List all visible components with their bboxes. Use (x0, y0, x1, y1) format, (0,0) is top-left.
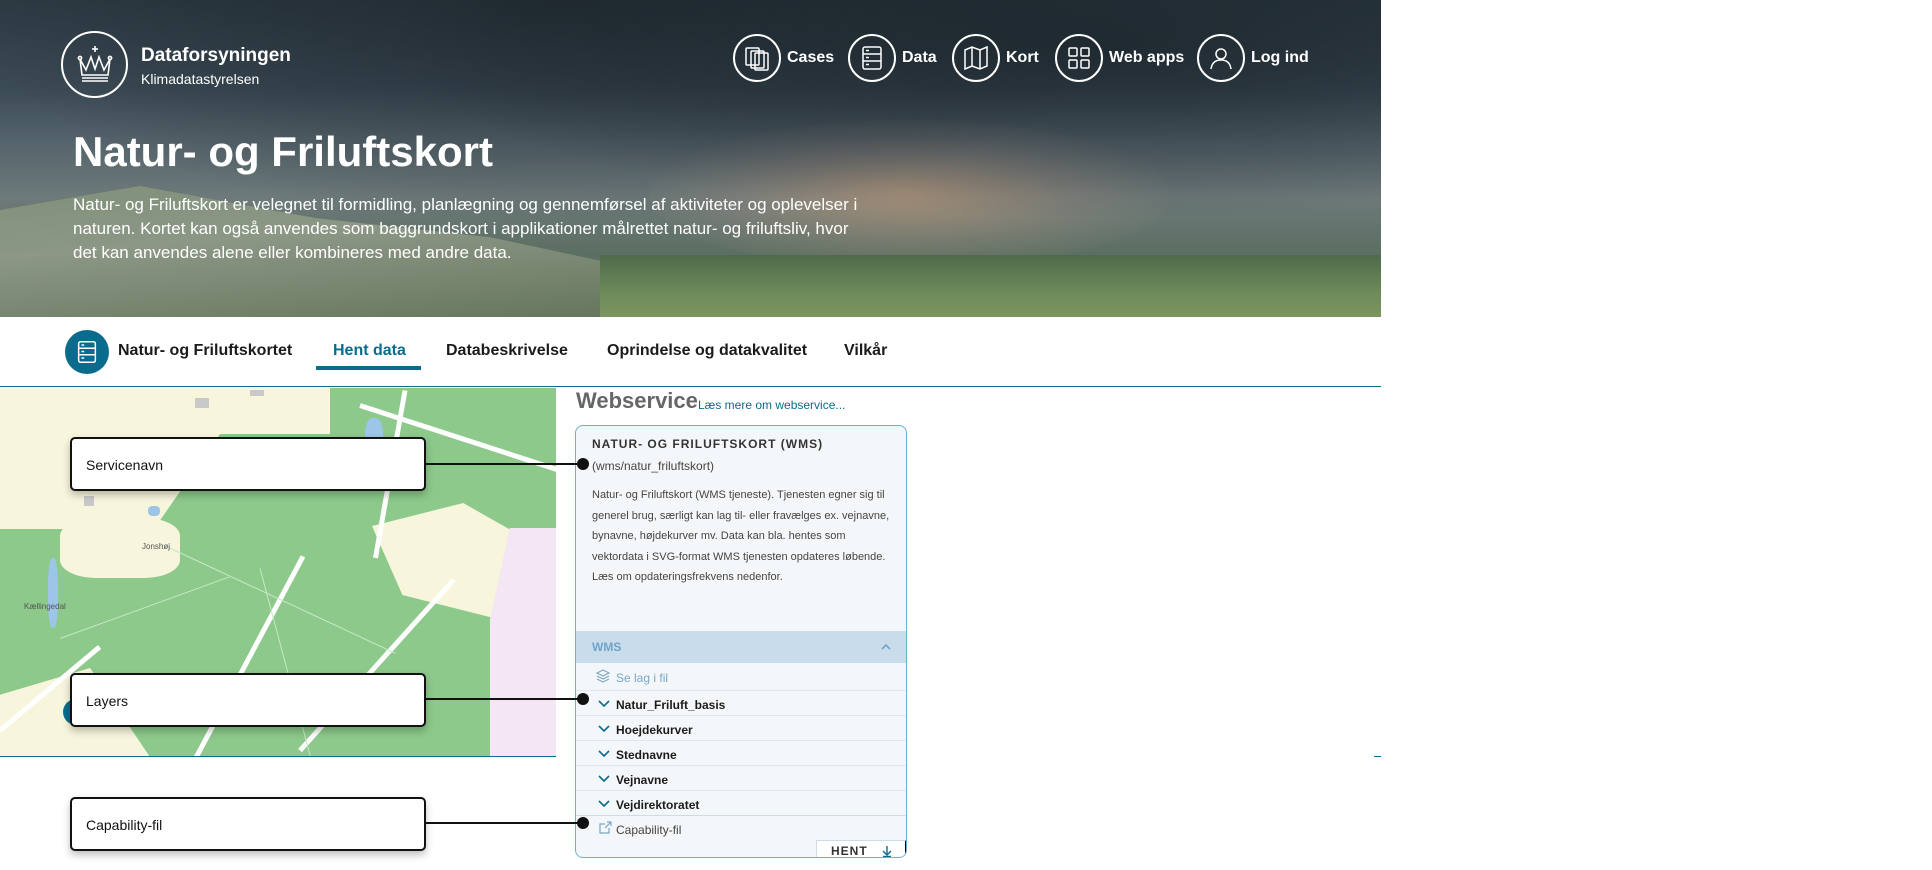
wms-accordion-label: WMS (592, 640, 622, 654)
chevron-down-icon (598, 750, 610, 758)
brand-logo[interactable] (61, 31, 128, 98)
nav-cases-label: Cases (787, 49, 835, 66)
brand-name: Dataforsyningen (141, 45, 291, 66)
webservice-heading: Webservice (576, 388, 698, 413)
callout-dot (577, 458, 589, 470)
chevron-down-icon (598, 775, 610, 783)
nav-web-apps-label: Web apps (1109, 49, 1185, 66)
capability-file-link[interactable]: Capability-fil (576, 815, 906, 841)
grid-icon (1068, 47, 1090, 69)
chevron-down-icon (598, 725, 610, 733)
wms-accordion-header[interactable]: WMS (576, 631, 906, 663)
callout-dot (577, 817, 589, 829)
nav-web-apps[interactable]: Web apps (1055, 33, 1184, 83)
callout-label: Capability-fil (86, 817, 163, 833)
chevron-down-icon (598, 700, 610, 708)
map-path (259, 568, 318, 756)
page-description: Natur- og Friluftskort er velegnet til f… (73, 195, 858, 262)
callout-capability-fil: Capability-fil (70, 797, 426, 851)
active-tab-indicator (316, 366, 421, 370)
page: Dataforsyningen Klimadatastyrelsen Cases (0, 0, 1932, 870)
tab-vilkaar[interactable]: Vilkår (844, 342, 887, 360)
map-field (0, 388, 330, 434)
nav-log-ind[interactable]: Log ind (1197, 33, 1309, 83)
layer-name: Natur_Friluft_basis (616, 698, 726, 712)
hero-banner: Dataforsyningen Klimadatastyrelsen Cases (0, 0, 1381, 317)
nav-data[interactable]: Data (848, 33, 937, 83)
divider (1374, 756, 1381, 757)
external-link-icon (599, 821, 612, 834)
server-icon (77, 341, 97, 363)
layer-name: Vejnavne (616, 773, 669, 787)
nav-log-ind-label: Log ind (1251, 49, 1309, 66)
capability-file-label: Capability-fil (616, 823, 682, 837)
page-title: Natur- og Friluftskort (73, 128, 493, 175)
map-building (250, 390, 264, 396)
layer-name: Vejdirektoratet (616, 798, 700, 812)
callout-connector (426, 698, 583, 700)
callout-connector (426, 822, 583, 824)
download-button-label: HENT (831, 844, 868, 858)
dataset-name: Natur- og Friluftskortet (118, 342, 293, 359)
dataset-tab-bar: Natur- og Friluftskortet Hent data Datab… (0, 317, 1381, 387)
webservice-more-link[interactable]: Læs mere om webservice... (698, 398, 845, 412)
map-place-name: Jonshøj (142, 542, 171, 551)
map-path (59, 576, 230, 639)
see-layers-file-label: Se lag i fil (616, 671, 669, 685)
layer-name: Stednavne (616, 748, 677, 762)
layer-row-hoejdekurver[interactable]: Hoejdekurver (576, 715, 906, 740)
nav-kort-label: Kort (1006, 49, 1039, 66)
layer-row-natur-friluft-basis[interactable]: Natur_Friluft_basis (576, 690, 906, 715)
tab-oprindelse-og-datakvalitet[interactable]: Oprindelse og datakvalitet (607, 342, 807, 360)
download-button[interactable]: HENT (816, 840, 906, 858)
tab-hent-data[interactable]: Hent data (333, 342, 406, 360)
documents-icon (745, 47, 769, 71)
crown-icon (77, 46, 113, 82)
layer-row-vejdirektoratet[interactable]: Vejdirektoratet (576, 790, 906, 815)
callout-connector (426, 463, 583, 465)
map-icon (964, 45, 988, 71)
nav-cases[interactable]: Cases (733, 33, 834, 83)
map-building (195, 398, 209, 408)
user-icon (1210, 48, 1232, 70)
service-title: NATUR- OG FRILUFTSKORT (WMS) (592, 437, 824, 451)
nav-data-label: Data (902, 49, 937, 66)
map-place-name: Kællingedal (24, 602, 66, 611)
callout-label: Layers (86, 693, 129, 709)
server-icon (862, 46, 882, 70)
map-building (84, 496, 94, 506)
download-icon (882, 846, 892, 857)
tab-databeskrivelse[interactable]: Databeskrivelse (446, 342, 568, 360)
callout-label: Servicenavn (86, 457, 164, 473)
service-path: (wms/natur_friluftskort) (592, 459, 715, 473)
service-description: Natur- og Friluftskort (WMS tjeneste). T… (592, 489, 890, 583)
callout-servicenavn: Servicenavn (70, 437, 426, 491)
webservice-card: NATUR- OG FRILUFTSKORT (WMS) (wms/natur_… (575, 425, 907, 858)
brand-subtitle: Klimadatastyrelsen (141, 71, 260, 87)
callout-dot (577, 693, 589, 705)
chevron-up-icon (881, 643, 891, 650)
chevron-down-icon (598, 800, 610, 808)
dataset-icon (65, 330, 109, 374)
layers-icon (596, 669, 610, 683)
layer-name: Hoejdekurver (616, 723, 693, 737)
map-stream (48, 558, 58, 628)
nav-kort[interactable]: Kort (952, 33, 1039, 83)
callout-layers: Layers (70, 673, 426, 727)
see-layers-file-link[interactable]: Se lag i fil (576, 664, 906, 690)
map-lake (148, 506, 160, 516)
layer-row-stednavne[interactable]: Stednavne (576, 740, 906, 765)
layer-row-vejnavne[interactable]: Vejnavne (576, 765, 906, 790)
